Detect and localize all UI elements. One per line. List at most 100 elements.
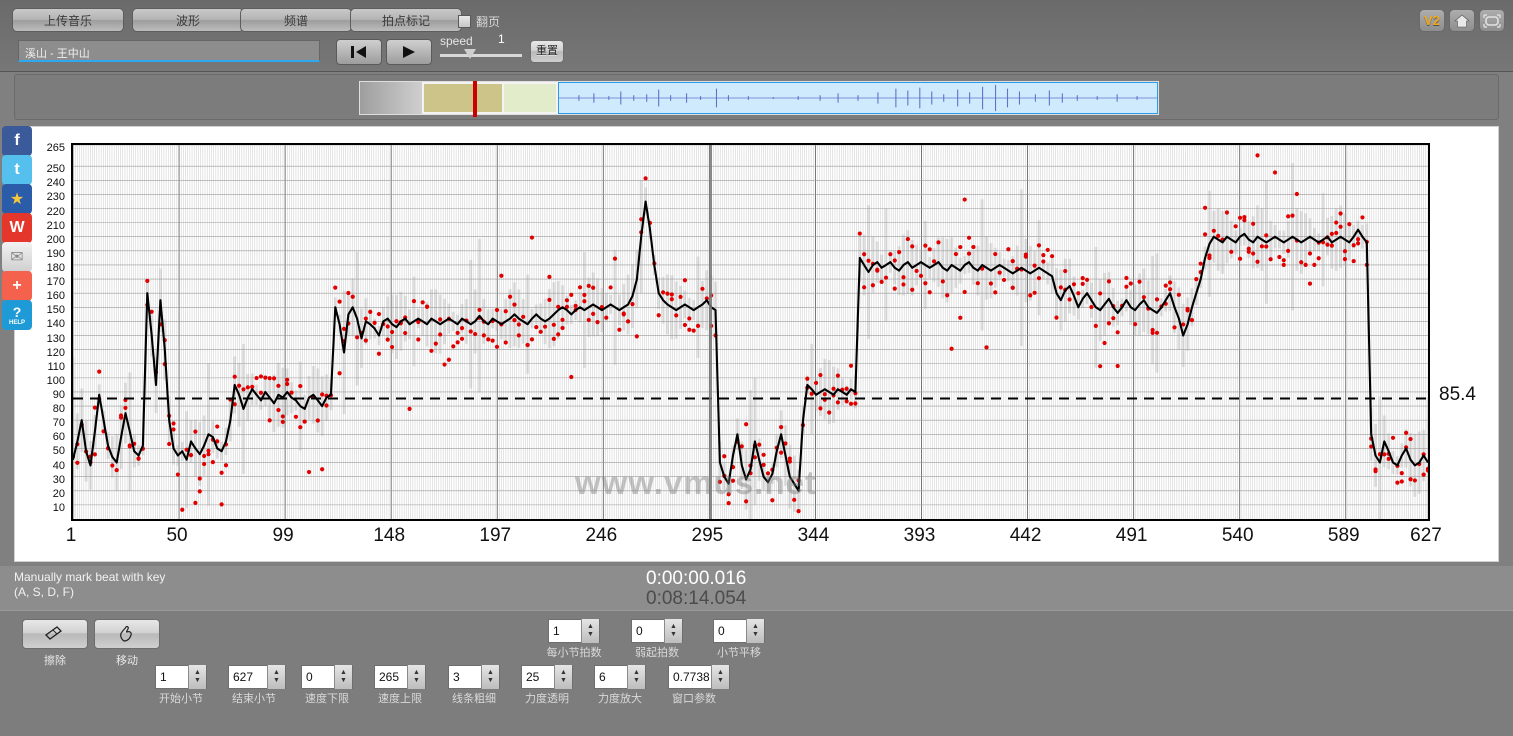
- stepper-up-icon[interactable]: ▲: [340, 669, 347, 677]
- tempo-max-input[interactable]: [375, 666, 407, 688]
- stepper-down-icon[interactable]: ▼: [717, 677, 724, 685]
- tempo-min-spinner[interactable]: ▲▼: [301, 665, 353, 689]
- stepper-down-icon[interactable]: ▼: [560, 677, 567, 685]
- velocity-gain-spinner[interactable]: ▲▼: [594, 665, 646, 689]
- velocity-gain-input[interactable]: [595, 666, 627, 688]
- bar-shift-stepper[interactable]: ▲ ▼: [746, 619, 764, 643]
- end-bar-stepper[interactable]: ▲ ▼: [267, 665, 285, 689]
- stepper-up-icon[interactable]: ▲: [194, 669, 201, 677]
- stepper-up-icon[interactable]: ▲: [413, 669, 420, 677]
- bar-shift-spinner[interactable]: ▲▼: [713, 619, 765, 643]
- stepper-down-icon[interactable]: ▼: [340, 677, 347, 685]
- tempo-min-stepper[interactable]: ▲ ▼: [334, 665, 352, 689]
- move-tool-button[interactable]: [94, 619, 160, 649]
- qzone-icon[interactable]: ★: [2, 184, 32, 214]
- rewind-button[interactable]: [336, 39, 382, 65]
- eraser-icon: [45, 626, 62, 640]
- waveform-selection-region[interactable]: [422, 82, 504, 114]
- pickup-beats-spinner[interactable]: ▲▼: [631, 619, 683, 643]
- tab-upload-music[interactable]: 上传音乐: [12, 8, 124, 32]
- stepper-up-icon[interactable]: ▲: [717, 669, 724, 677]
- waveform-selection-region-secondary[interactable]: [504, 82, 558, 114]
- line-width-stepper[interactable]: ▲ ▼: [481, 665, 499, 689]
- play-button[interactable]: [386, 39, 432, 65]
- stepper-down-icon[interactable]: ▼: [273, 677, 280, 685]
- velocity-alpha-spinner[interactable]: ▲▼: [521, 665, 573, 689]
- stepper-down-icon[interactable]: ▼: [633, 677, 640, 685]
- tempo-plot-svg: [73, 145, 1428, 519]
- home-icon[interactable]: [1449, 9, 1475, 32]
- speed-slider-thumb[interactable]: [464, 49, 476, 59]
- window-param-spinner[interactable]: ▲▼: [668, 665, 730, 689]
- v2-badge-icon[interactable]: V2: [1419, 9, 1445, 32]
- line-width-input[interactable]: [449, 666, 481, 688]
- line-width-spinner[interactable]: ▲▼: [448, 665, 500, 689]
- velocity-alpha-stepper[interactable]: ▲ ▼: [554, 665, 572, 689]
- tempo-max-stepper[interactable]: ▲ ▼: [407, 665, 425, 689]
- end-bar-input[interactable]: [229, 666, 267, 688]
- tab-waveform[interactable]: 波形: [132, 8, 244, 32]
- stepper-up-icon[interactable]: ▲: [487, 669, 494, 677]
- waveform-audio-region[interactable]: [558, 82, 1158, 114]
- end-bar-spinner[interactable]: ▲▼: [228, 665, 286, 689]
- facebook-icon[interactable]: f: [2, 126, 32, 156]
- pickup-beats-input[interactable]: [632, 620, 664, 642]
- stepper-up-icon[interactable]: ▲: [633, 669, 640, 677]
- stepper-down-icon[interactable]: ▼: [194, 677, 201, 685]
- velocity-alpha-input[interactable]: [522, 666, 554, 688]
- y-axis-tick-70: 70: [52, 417, 65, 430]
- tab-spectrum[interactable]: 频谱: [240, 8, 352, 32]
- fullscreen-icon[interactable]: [1479, 9, 1505, 32]
- stepper-down-icon[interactable]: ▼: [587, 631, 594, 639]
- beats-per-bar-input[interactable]: [549, 620, 581, 642]
- reset-button[interactable]: 重置: [530, 40, 564, 63]
- stepper-down-icon[interactable]: ▼: [752, 631, 759, 639]
- velocity-gain-stepper[interactable]: ▲ ▼: [627, 665, 645, 689]
- twitter-icon[interactable]: t: [2, 155, 32, 185]
- stepper-up-icon[interactable]: ▲: [670, 623, 677, 631]
- window-param-stepper[interactable]: ▲ ▼: [711, 665, 729, 689]
- window-param-label: 窗口参数: [672, 693, 716, 705]
- waveform-overview[interactable]: [359, 81, 1159, 117]
- beats-per-bar-spinner[interactable]: ▲▼: [548, 619, 600, 643]
- tempo-max-spinner[interactable]: ▲▼: [374, 665, 426, 689]
- song-title-field[interactable]: 溪山 - 王中山: [18, 40, 320, 62]
- x-axis-tick-197: 197: [479, 525, 512, 546]
- stepper-up-icon[interactable]: ▲: [752, 623, 759, 631]
- stepper-down-icon[interactable]: ▼: [670, 631, 677, 639]
- x-axis-tick-393: 393: [903, 525, 936, 546]
- x-axis-tick-344: 344: [797, 525, 830, 546]
- start-bar-input[interactable]: [156, 666, 188, 688]
- window-param-input[interactable]: [669, 666, 711, 688]
- stepper-down-icon[interactable]: ▼: [487, 677, 494, 685]
- erase-tool-button[interactable]: [22, 619, 88, 649]
- y-axis-tick-210: 210: [46, 219, 65, 232]
- current-time: 0:00:00.016: [646, 568, 747, 589]
- waveform-playhead[interactable]: [473, 81, 477, 117]
- velocity-gain-label: 力度放大: [598, 693, 642, 705]
- tempo-min-label: 速度下限: [305, 693, 349, 705]
- stepper-up-icon[interactable]: ▲: [273, 669, 280, 677]
- help-icon[interactable]: ? HELP: [2, 300, 32, 330]
- pickup-beats-stepper[interactable]: ▲ ▼: [664, 619, 682, 643]
- email-icon[interactable]: ✉: [2, 242, 32, 272]
- speed-slider-track[interactable]: [440, 54, 522, 57]
- tempo-plot-area[interactable]: [71, 143, 1430, 521]
- beats-per-bar-stepper[interactable]: ▲ ▼: [581, 619, 599, 643]
- bar-shift-input[interactable]: [714, 620, 746, 642]
- stepper-down-icon[interactable]: ▼: [413, 677, 420, 685]
- stepper-up-icon[interactable]: ▲: [587, 623, 594, 631]
- page-turn-checkbox[interactable]: [458, 15, 471, 29]
- more-share-icon[interactable]: +: [2, 271, 32, 301]
- waveform-overview-strip[interactable]: [14, 74, 1499, 120]
- tempo-chart-panel[interactable]: 265 250 240 230 220 210 200 190 180 170 160 150 140 1…: [14, 126, 1499, 562]
- tab-beat-marker[interactable]: 拍点标记: [350, 8, 462, 32]
- chart-playhead[interactable]: [709, 145, 713, 519]
- tempo-min-input[interactable]: [302, 666, 334, 688]
- bar-shift-label: 小节平移: [717, 647, 761, 659]
- x-axis-tick-50: 50: [166, 525, 188, 546]
- start-bar-stepper[interactable]: ▲ ▼: [188, 665, 206, 689]
- weibo-icon[interactable]: W: [2, 213, 32, 243]
- stepper-up-icon[interactable]: ▲: [560, 669, 567, 677]
- start-bar-spinner[interactable]: ▲▼: [155, 665, 207, 689]
